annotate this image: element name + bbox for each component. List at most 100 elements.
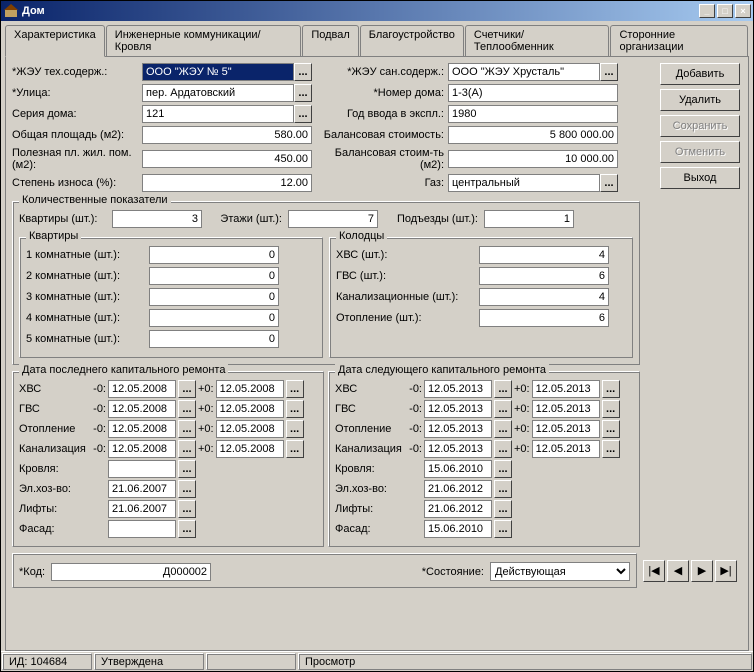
next_repair-gvs-date2[interactable] <box>532 400 600 418</box>
last_repair-gvs-pick2[interactable]: ... <box>286 400 304 418</box>
wear-input[interactable] <box>142 174 312 192</box>
series-picker[interactable]: ... <box>294 105 312 123</box>
next_repair-roof-date[interactable] <box>424 460 492 478</box>
save-button[interactable]: Сохранить <box>660 115 740 137</box>
nav-prev-button[interactable]: ◀ <box>667 560 689 582</box>
next_repair-heat-date1[interactable] <box>424 420 492 438</box>
series-input[interactable] <box>142 105 294 123</box>
zeu-tech-picker[interactable]: ... <box>294 63 312 81</box>
apt1-input[interactable] <box>149 246 279 264</box>
area-input[interactable] <box>142 126 312 144</box>
last_repair-sew-date2[interactable] <box>216 440 284 458</box>
next_repair-gvs-date1[interactable] <box>424 400 492 418</box>
last_repair-heat-pick1[interactable]: ... <box>178 420 196 438</box>
next_repair-facade-pick[interactable]: ... <box>494 520 512 538</box>
well-sew-input[interactable] <box>479 288 609 306</box>
next_repair-sew-pos: +0: <box>514 443 530 455</box>
apts-input[interactable] <box>112 210 202 228</box>
house-input[interactable] <box>448 84 618 102</box>
exit-button[interactable]: Выход <box>660 167 740 189</box>
close-button[interactable]: × <box>735 4 751 18</box>
next_repair-sew-date1[interactable] <box>424 440 492 458</box>
last_repair-heat-date1[interactable] <box>108 420 176 438</box>
cancel-button[interactable]: Отменить <box>660 141 740 163</box>
next_repair-gvs-pos: +0: <box>514 403 530 415</box>
last_repair-gvs-date1[interactable] <box>108 400 176 418</box>
last_repair-hvs-pick1[interactable]: ... <box>178 380 196 398</box>
last_repair-gvs-date2[interactable] <box>216 400 284 418</box>
zeu-san-input[interactable] <box>448 63 600 81</box>
last_repair-heat-date2[interactable] <box>216 420 284 438</box>
street-picker[interactable]: ... <box>294 84 312 102</box>
entr-input[interactable] <box>484 210 574 228</box>
year-input[interactable] <box>448 105 618 123</box>
zeu-tech-input[interactable] <box>142 63 294 81</box>
maximize-button[interactable]: □ <box>717 4 733 18</box>
floors-input[interactable] <box>288 210 378 228</box>
street-input[interactable] <box>142 84 294 102</box>
next_repair-hvs-pick1[interactable]: ... <box>494 380 512 398</box>
well-hvs-input[interactable] <box>479 246 609 264</box>
next_repair-gvs-pick2[interactable]: ... <box>602 400 620 418</box>
delete-button[interactable]: Удалить <box>660 89 740 111</box>
tab-meters[interactable]: Счетчики/Теплообменник <box>465 25 610 56</box>
next_repair-roof-pick[interactable]: ... <box>494 460 512 478</box>
next_repair-heat-date2[interactable] <box>532 420 600 438</box>
last_repair-hvs-date1[interactable] <box>108 380 176 398</box>
next_repair-gvs-pick1[interactable]: ... <box>494 400 512 418</box>
next_repair-sew-date2[interactable] <box>532 440 600 458</box>
state-select[interactable]: Действующая <box>490 562 630 581</box>
tab-engineering[interactable]: Инженерные коммуникации/Кровля <box>106 25 302 56</box>
next_repair-lift-date[interactable] <box>424 500 492 518</box>
tab-characteristics[interactable]: Характеристика <box>5 25 105 57</box>
last_repair-lift-date[interactable] <box>108 500 176 518</box>
gas-picker[interactable]: ... <box>600 174 618 192</box>
nav-next-button[interactable]: ▶ <box>691 560 713 582</box>
last_repair-elec-date[interactable] <box>108 480 176 498</box>
next_repair-hvs-date2[interactable] <box>532 380 600 398</box>
next_repair-elec-pick[interactable]: ... <box>494 480 512 498</box>
zeu-san-picker[interactable]: ... <box>600 63 618 81</box>
next_repair-facade-date[interactable] <box>424 520 492 538</box>
last_repair-facade-date[interactable] <box>108 520 176 538</box>
code-input[interactable] <box>51 563 211 581</box>
next_repair-heat-pick1[interactable]: ... <box>494 420 512 438</box>
next_repair-sew-pick1[interactable]: ... <box>494 440 512 458</box>
last_repair-sew-pick2[interactable]: ... <box>286 440 304 458</box>
nav-first-button[interactable]: |◀ <box>643 560 665 582</box>
minimize-button[interactable]: _ <box>699 4 715 18</box>
well-gvs-input[interactable] <box>479 267 609 285</box>
apt2-input[interactable] <box>149 267 279 285</box>
nav-last-button[interactable]: ▶| <box>715 560 737 582</box>
add-button[interactable]: Добавить <box>660 63 740 85</box>
last_repair-gvs-pick1[interactable]: ... <box>178 400 196 418</box>
last_repair-elec-pick[interactable]: ... <box>178 480 196 498</box>
tab-landscaping[interactable]: Благоустройство <box>360 25 464 56</box>
apt4-input[interactable] <box>149 309 279 327</box>
usable-input[interactable] <box>142 150 312 168</box>
last_repair-facade-pick[interactable]: ... <box>178 520 196 538</box>
tab-basement[interactable]: Подвал <box>302 25 358 56</box>
last_repair-sew-pick1[interactable]: ... <box>178 440 196 458</box>
last_repair-lift-pick[interactable]: ... <box>178 500 196 518</box>
last_repair-heat-pick2[interactable]: ... <box>286 420 304 438</box>
tab-thirdparty[interactable]: Сторонние организации <box>610 25 748 56</box>
last_repair-roof-pick[interactable]: ... <box>178 460 196 478</box>
apt3-input[interactable] <box>149 288 279 306</box>
next_repair-lift-pick[interactable]: ... <box>494 500 512 518</box>
next_repair-sew-pick2[interactable]: ... <box>602 440 620 458</box>
last_repair-gvs-neg: -0: <box>86 403 106 415</box>
last_repair-hvs-pick2[interactable]: ... <box>286 380 304 398</box>
apt5-input[interactable] <box>149 330 279 348</box>
next_repair-hvs-pick2[interactable]: ... <box>602 380 620 398</box>
last_repair-hvs-date2[interactable] <box>216 380 284 398</box>
next_repair-elec-date[interactable] <box>424 480 492 498</box>
well-heat-input[interactable] <box>479 309 609 327</box>
next_repair-hvs-date1[interactable] <box>424 380 492 398</box>
balance-m2-input[interactable] <box>448 150 618 168</box>
last_repair-sew-date1[interactable] <box>108 440 176 458</box>
gas-input[interactable] <box>448 174 600 192</box>
balance-input[interactable] <box>448 126 618 144</box>
last_repair-roof-date[interactable] <box>108 460 176 478</box>
next_repair-heat-pick2[interactable]: ... <box>602 420 620 438</box>
